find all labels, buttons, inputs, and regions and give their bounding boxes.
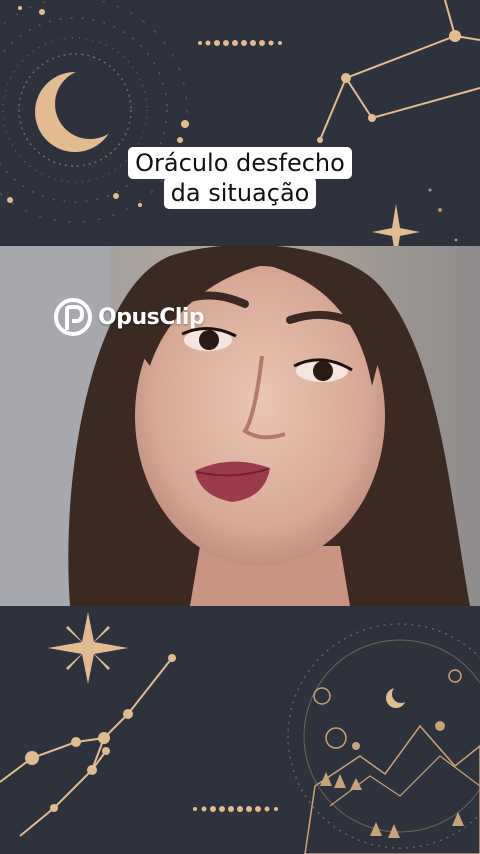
constellation-icon (0, 657, 173, 837)
crescent-moon-icon (386, 685, 410, 708)
caption: Oráculo desfecho da situação (0, 147, 480, 209)
caption-line-1: Oráculo desfecho (128, 147, 352, 179)
top-decor-panel: Oráculo desfecho da situação (0, 0, 480, 246)
constellation-icon (319, 0, 480, 141)
moon-phases-icon (198, 40, 282, 46)
mountain-landscape-icon (287, 623, 480, 854)
moon-phases-icon (193, 806, 278, 812)
crescent-moon-icon (35, 69, 125, 152)
bottom-panel-art (0, 612, 480, 854)
bottom-decor-panel (0, 606, 480, 854)
top-panel-art (0, 0, 480, 246)
star-icon (372, 204, 420, 246)
caption-line-2: da situação (163, 177, 317, 209)
star-icon (48, 612, 128, 684)
watermark-brand-text: OpusClip (98, 304, 205, 330)
opusclip-watermark: OpusClip (54, 298, 205, 336)
opusclip-logo-icon (54, 298, 92, 336)
